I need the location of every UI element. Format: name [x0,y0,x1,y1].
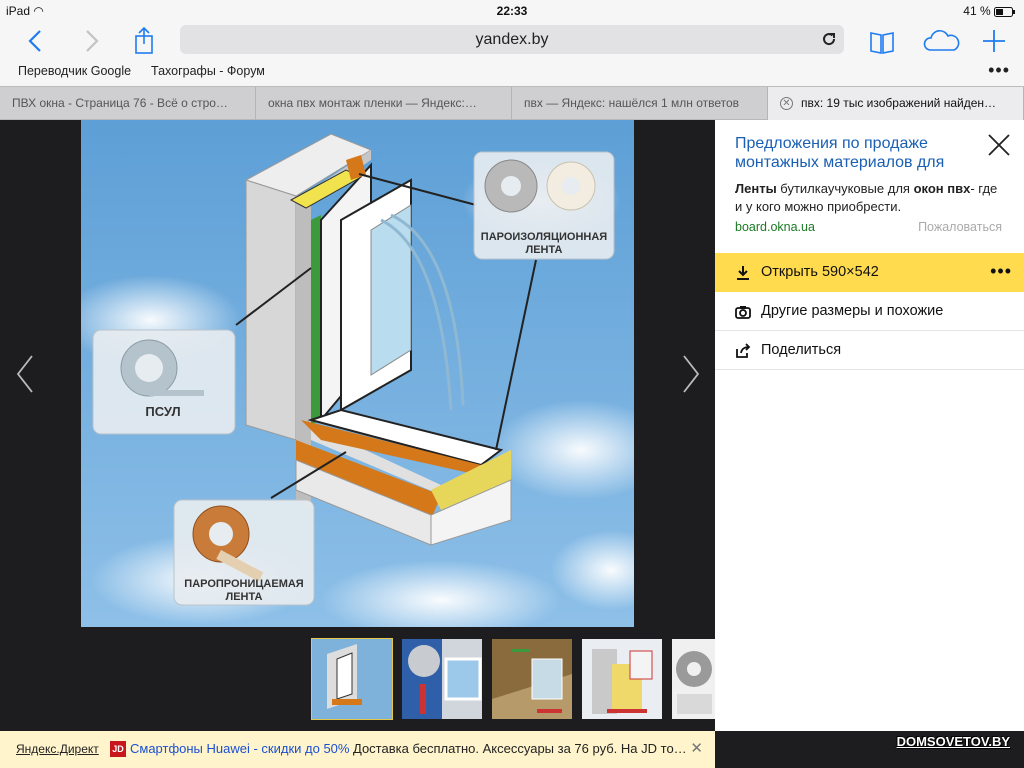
ad-domain-link[interactable]: board.okna.ua [735,220,815,234]
label-psul: ПСУЛ [145,404,180,419]
tab-pvh-okna-forum[interactable]: ПВХ окна - Страница 76 - Всё о стро… [0,87,256,120]
address-bar[interactable]: yandex.by [180,25,844,54]
bookmark-google-translate[interactable]: Переводчик Google [18,64,131,78]
report-ad-link[interactable]: Пожаловаться [918,220,1002,234]
plus-icon [983,30,1005,52]
close-tab-icon[interactable]: ✕ [780,97,793,111]
chevron-right-icon [683,355,700,393]
tab-yandex-montazh[interactable]: окна пвх монтаж пленки — Яндекс:… [256,87,512,120]
main-image[interactable]: ПАРОИЗОЛЯЦИОННАЯ ЛЕНТА ПСУЛ ПАРОПРОНИЦАЕ… [81,120,634,627]
browser-toolbar: yandex.by [0,22,1024,60]
image-details-panel: Предложения по продаже монтажных материа… [715,120,1024,731]
tab-yandex-images-active[interactable]: ✕ пвх: 19 тыс изображений найден… [768,87,1024,120]
reload-icon[interactable] [820,30,838,48]
close-icon [988,134,1010,156]
bottom-right-area: DOMSOVETOV.BY [715,731,1024,768]
chevron-left-icon [16,355,33,393]
tab-bar: ПВХ окна - Страница 76 - Всё о стро… окн… [0,86,1024,120]
share-icon [135,26,153,54]
back-button[interactable] [20,26,52,56]
similar-images-button[interactable]: Другие размеры и похожие [715,292,1024,331]
share-image-button[interactable]: Поделиться [715,331,1024,370]
share-arrow-icon [736,343,751,358]
clock: 22:33 [496,4,528,18]
bookmarks-button[interactable] [866,26,898,56]
url-text: yandex.by [475,31,549,48]
label-vapor-permeable-line2: ЛЕНТА [226,591,263,603]
tab-yandex-pvh[interactable]: пвх — Яндекс: нашёлся 1 млн ответов [512,87,768,120]
label-vapor-barrier-line1: ПАРОИЗОЛЯЦИОННАЯ [481,231,607,243]
yandex-direct-link[interactable]: Яндекс.Директ [16,742,99,756]
icloud-tabs-button[interactable] [922,26,962,56]
chevron-left-icon [28,30,41,52]
thumbnail-5[interactable] [671,638,716,720]
open-image-button[interactable]: Открыть 590×542 ••• [715,253,1024,292]
forward-button[interactable] [76,26,108,56]
thumbnail-4[interactable] [581,638,663,720]
share-button[interactable] [128,26,160,56]
prev-image-button[interactable] [12,352,42,396]
thumbnail-1[interactable] [311,638,393,720]
book-icon [870,32,894,54]
ad-text: Доставка бесплатно. Аксессуары за 76 руб… [353,741,687,756]
image-viewer: ПАРОИЗОЛЯЦИОННАЯ ЛЕНТА ПСУЛ ПАРОПРОНИЦАЕ… [0,120,716,731]
bookmark-tachographs-forum[interactable]: Тахографы - Форум [151,64,265,78]
yandex-direct-ad-bar: Яндекс.Директ JD Смартфоны Huawei - скид… [0,731,715,768]
new-tab-button[interactable] [978,26,1010,56]
ad-description: Ленты бутилкаучуковые для окон пвх- где … [735,181,998,214]
ad-huawei-link[interactable]: Смартфоны Huawei - скидки до 50% [130,741,349,756]
close-panel-button[interactable] [986,132,1012,158]
bookmarks-bar: Переводчик Google Тахографы - Форум ••• [0,60,1024,86]
label-vapor-barrier-line2: ЛЕНТА [526,244,563,256]
battery-indicator: 41 % [963,4,1016,18]
thumbnail-2[interactable] [401,638,483,720]
close-ad-icon[interactable]: ✕ [690,739,703,757]
battery-icon [994,6,1015,17]
more-icon[interactable]: ••• [988,60,1010,81]
download-icon [737,266,749,280]
next-image-button[interactable] [674,352,704,396]
thumbnail-3[interactable] [491,638,573,720]
jd-logo-icon: JD [110,741,126,757]
camera-icon [735,306,751,319]
label-vapor-permeable-line1: ПАРОПРОНИЦАЕМАЯ [184,578,304,590]
watermark: DOMSOVETOV.BY [896,734,1010,749]
ad-title-link[interactable]: Предложения по продаже монтажных материа… [735,134,975,172]
more-options-icon[interactable]: ••• [990,261,1012,282]
chevron-right-icon [86,30,99,52]
status-bar: iPad ◠ 22:33 41 % [0,0,1024,22]
cloud-icon [923,30,960,51]
